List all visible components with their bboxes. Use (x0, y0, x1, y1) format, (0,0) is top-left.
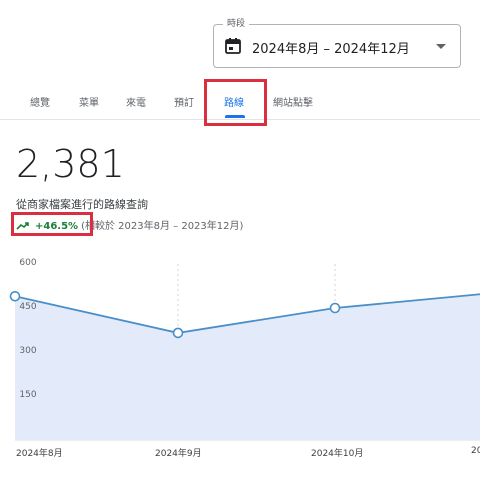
data-point[interactable] (329, 302, 341, 314)
x-tick-label: 2024年10月 (311, 449, 364, 459)
data-point[interactable] (9, 290, 21, 302)
y-tick-label: 300 (19, 346, 37, 356)
y-tick-label: 600 (19, 258, 37, 268)
x-tick-label: 2024年9月 (155, 449, 202, 459)
data-point[interactable] (172, 327, 184, 339)
y-tick-label: 150 (19, 390, 37, 400)
chart-area (15, 294, 480, 440)
y-tick-label: 450 (19, 302, 37, 312)
x-tick-label: 2024年8月 (16, 449, 63, 459)
x-tick-label: 20 (471, 446, 480, 456)
chart-svg (9, 264, 480, 441)
